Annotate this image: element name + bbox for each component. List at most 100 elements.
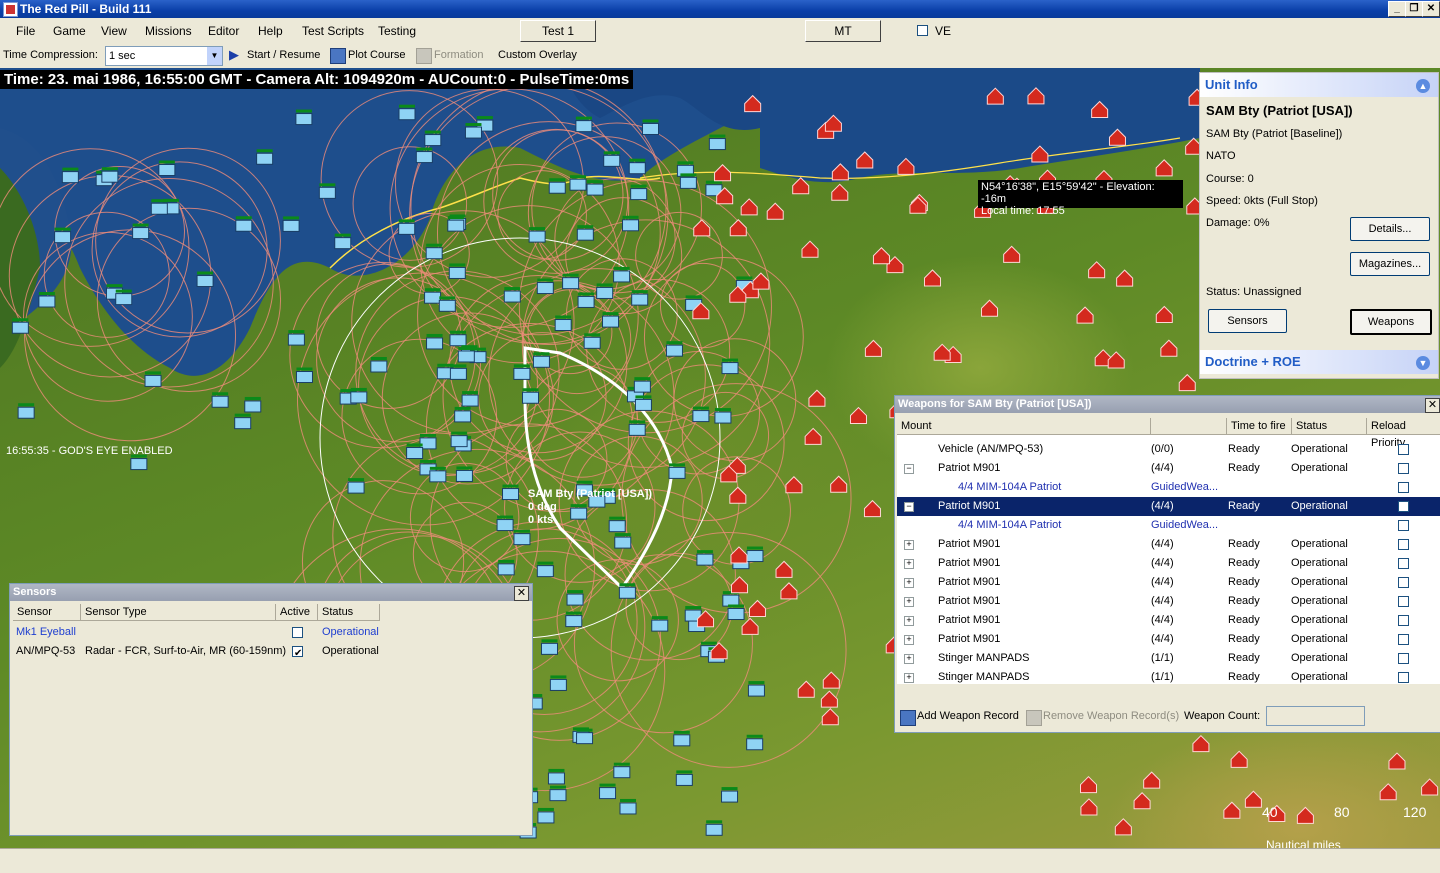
col-reload-priority[interactable]: Reload Priority	[1367, 418, 1440, 449]
menu-file[interactable]: File	[16, 24, 35, 38]
sensors-panel-title: Sensors	[10, 584, 532, 601]
reload-priority-checkbox[interactable]	[1398, 463, 1409, 474]
weapon-row[interactable]: + Patriot M901 (4/4) Ready Operational	[897, 535, 1440, 554]
sensor-row[interactable]: AN/MPQ-53 Radar - FCR, Surf-to-Air, MR (6…	[13, 642, 513, 663]
weapon-row[interactable]: − Patriot M901 (4/4) Ready Operational	[897, 497, 1440, 516]
reload-priority-checkbox[interactable]	[1398, 558, 1409, 569]
start-resume-button[interactable]: Start / Resume	[247, 49, 320, 61]
close-icon[interactable]: ✕	[514, 586, 529, 601]
weapon-time-to-fire: Ready	[1228, 500, 1260, 512]
expand-icon[interactable]: +	[904, 540, 914, 550]
sensor-active-checkbox[interactable]	[292, 644, 303, 663]
test1-button[interactable]: Test 1	[520, 20, 596, 42]
weapon-time-to-fire: Ready	[1228, 557, 1260, 569]
sensor-row[interactable]: Mk1 Eyeball Operational	[13, 623, 513, 642]
add-weapon-record-button[interactable]: Add Weapon Record	[917, 710, 1019, 722]
col-qty[interactable]	[1151, 418, 1227, 435]
expand-icon[interactable]: +	[904, 635, 914, 645]
collapse-up-icon[interactable]: ▲	[1416, 79, 1430, 93]
expand-icon[interactable]: +	[904, 597, 914, 607]
magazines-button[interactable]: Magazines...	[1350, 252, 1430, 276]
close-icon[interactable]: ✕	[1425, 398, 1440, 413]
formation-button[interactable]: Formation	[434, 49, 484, 61]
sensor-active-checkbox[interactable]	[292, 627, 303, 638]
expand-icon[interactable]: +	[904, 559, 914, 569]
reload-priority-checkbox[interactable]	[1398, 634, 1409, 645]
friendly-unit-icon	[714, 408, 732, 424]
plot-course-button[interactable]: Plot Course	[348, 49, 405, 61]
collapse-icon[interactable]: −	[904, 464, 914, 474]
reload-priority-checkbox[interactable]	[1398, 672, 1409, 683]
friendly-unit-icon	[583, 333, 601, 349]
collapse-icon[interactable]: −	[904, 502, 914, 512]
hostile-unit-icon	[785, 476, 803, 494]
col-sensor-type[interactable]: Sensor Type	[81, 604, 276, 621]
menu-test-scripts[interactable]: Test Scripts	[302, 24, 364, 38]
custom-overlay-button[interactable]: Custom Overlay	[498, 49, 577, 61]
range-ring	[289, 261, 476, 449]
friendly-unit-icon	[144, 371, 162, 387]
weapon-row[interactable]: + Patriot M901 (4/4) Ready Operational	[897, 573, 1440, 592]
menu-help[interactable]: Help	[258, 24, 283, 38]
scale-tick-40: 40	[1262, 804, 1278, 820]
expand-icon[interactable]: +	[904, 654, 914, 664]
col-mount[interactable]: Mount	[897, 418, 1151, 435]
expand-icon[interactable]: +	[904, 578, 914, 588]
col-status[interactable]: Status	[1292, 418, 1367, 435]
ve-checkbox[interactable]	[917, 25, 928, 36]
weapon-row[interactable]: + Patriot M901 (4/4) Ready Operational	[897, 592, 1440, 611]
expand-down-icon[interactable]: ▼	[1416, 356, 1430, 370]
weapon-count-field[interactable]	[1266, 706, 1365, 726]
time-compression-select[interactable]: 1 sec ▼	[105, 46, 223, 66]
reload-priority-checkbox[interactable]	[1398, 520, 1409, 531]
close-window-button[interactable]: ✕	[1422, 1, 1440, 17]
weapon-row[interactable]: + Stinger MANPADS (1/1) Ready Operational	[897, 649, 1440, 668]
col-sensor[interactable]: Sensor	[13, 604, 81, 621]
remove-weapon-record-button[interactable]: Remove Weapon Record(s)	[1043, 710, 1179, 722]
weapon-row[interactable]: + Patriot M901 (4/4) Ready Operational	[897, 554, 1440, 573]
weapons-button[interactable]: Weapons	[1350, 309, 1432, 335]
details-button[interactable]: Details...	[1350, 217, 1430, 241]
reload-priority-checkbox[interactable]	[1398, 501, 1409, 512]
doctrine-header[interactable]: Doctrine + ROE	[1200, 350, 1438, 374]
range-ring	[43, 211, 170, 338]
selected-unit-label[interactable]: SAM Bty (Patriot [USA]) 0 deg 0 kts	[528, 488, 652, 527]
col-active[interactable]: Active	[276, 604, 318, 621]
menu-game[interactable]: Game	[53, 24, 86, 38]
reload-priority-checkbox[interactable]	[1398, 482, 1409, 493]
menu-missions[interactable]: Missions	[145, 24, 192, 38]
mt-button[interactable]: MT	[805, 20, 881, 42]
window-title: The Red Pill - Build 111	[20, 2, 152, 16]
restore-button[interactable]: ❐	[1405, 1, 1423, 17]
menu-view[interactable]: View	[101, 24, 127, 38]
reload-priority-checkbox[interactable]	[1398, 444, 1409, 455]
horizontal-scrollbar[interactable]	[897, 684, 1440, 700]
weapon-row[interactable]: − Patriot M901 (4/4) Ready Operational	[897, 459, 1440, 478]
weapon-mount: 4/4 MIM-104A Patriot	[958, 481, 1062, 493]
chevron-down-icon[interactable]: ▼	[207, 47, 222, 65]
menu-testing[interactable]: Testing	[378, 24, 416, 38]
col-sensor-status[interactable]: Status	[318, 604, 380, 621]
sensors-button[interactable]: Sensors	[1208, 309, 1287, 333]
friendly-unit-icon	[596, 283, 614, 299]
weapon-row[interactable]: + Patriot M901 (4/4) Ready Operational	[897, 611, 1440, 630]
weapon-time-to-fire: Ready	[1228, 462, 1260, 474]
unit-info-header[interactable]: Unit Info	[1200, 73, 1438, 97]
weapon-row[interactable]: + Patriot M901 (4/4) Ready Operational	[897, 630, 1440, 649]
expand-icon[interactable]: +	[904, 616, 914, 626]
weapon-row[interactable]: 4/4 MIM-104A Patriot GuidedWea...	[897, 478, 1440, 497]
reload-priority-checkbox[interactable]	[1398, 596, 1409, 607]
weapon-row[interactable]: 4/4 MIM-104A Patriot GuidedWea...	[897, 516, 1440, 535]
menu-editor[interactable]: Editor	[208, 24, 239, 38]
reload-priority-checkbox[interactable]	[1398, 539, 1409, 550]
unit-status: Status: Unassigned	[1206, 286, 1302, 298]
weapon-row[interactable]: Vehicle (AN/MPQ-53) (0/0) Ready Operational	[897, 440, 1440, 459]
minimize-button[interactable]: _	[1388, 1, 1406, 17]
reload-priority-checkbox[interactable]	[1398, 577, 1409, 588]
expand-icon[interactable]: +	[904, 673, 914, 683]
friendly-unit-icon	[158, 160, 176, 177]
app-icon[interactable]	[3, 2, 18, 17]
col-time-to-fire[interactable]: Time to fire	[1227, 418, 1292, 435]
reload-priority-checkbox[interactable]	[1398, 615, 1409, 626]
reload-priority-checkbox[interactable]	[1398, 653, 1409, 664]
